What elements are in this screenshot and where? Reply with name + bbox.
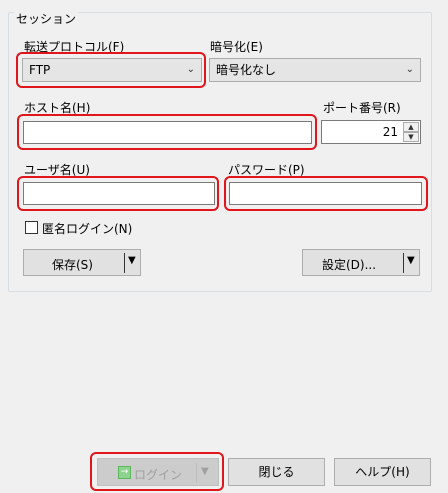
host-highlight	[17, 114, 317, 150]
close-button[interactable]: 閉じる	[228, 458, 325, 486]
anonymous-label: 匿名ログイン(N)	[42, 222, 133, 236]
split-separator	[124, 253, 125, 273]
protocol-highlight	[16, 52, 206, 88]
encryption-select[interactable]: 暗号化なし ⌄	[209, 58, 421, 82]
encryption-value: 暗号化なし	[216, 63, 277, 77]
anonymous-checkbox[interactable]	[25, 221, 38, 234]
session-group-title: セッション	[14, 10, 79, 27]
login-highlight	[90, 452, 224, 491]
encryption-label: 暗号化(E)	[210, 40, 263, 54]
chevron-down-icon[interactable]: ▼	[407, 255, 415, 266]
port-spinner[interactable]: 21 ▲ ▼	[321, 120, 421, 144]
save-button[interactable]: 保存(S) ▼	[23, 249, 141, 276]
help-button[interactable]: ヘルプ(H)	[334, 458, 431, 486]
advanced-button-label: 設定(D)...	[322, 258, 377, 272]
spin-up-icon[interactable]: ▲	[403, 122, 419, 132]
user-highlight	[17, 176, 219, 211]
password-highlight	[224, 176, 428, 211]
chevron-down-icon[interactable]: ▼	[128, 255, 136, 266]
split-separator	[403, 253, 404, 273]
advanced-settings-button[interactable]: 設定(D)... ▼	[302, 249, 420, 276]
chevron-down-icon: ⌄	[405, 64, 414, 75]
port-value: 21	[382, 125, 398, 139]
save-button-label: 保存(S)	[52, 258, 93, 272]
spin-down-icon[interactable]: ▼	[403, 132, 419, 142]
port-label: ポート番号(R)	[323, 101, 401, 115]
